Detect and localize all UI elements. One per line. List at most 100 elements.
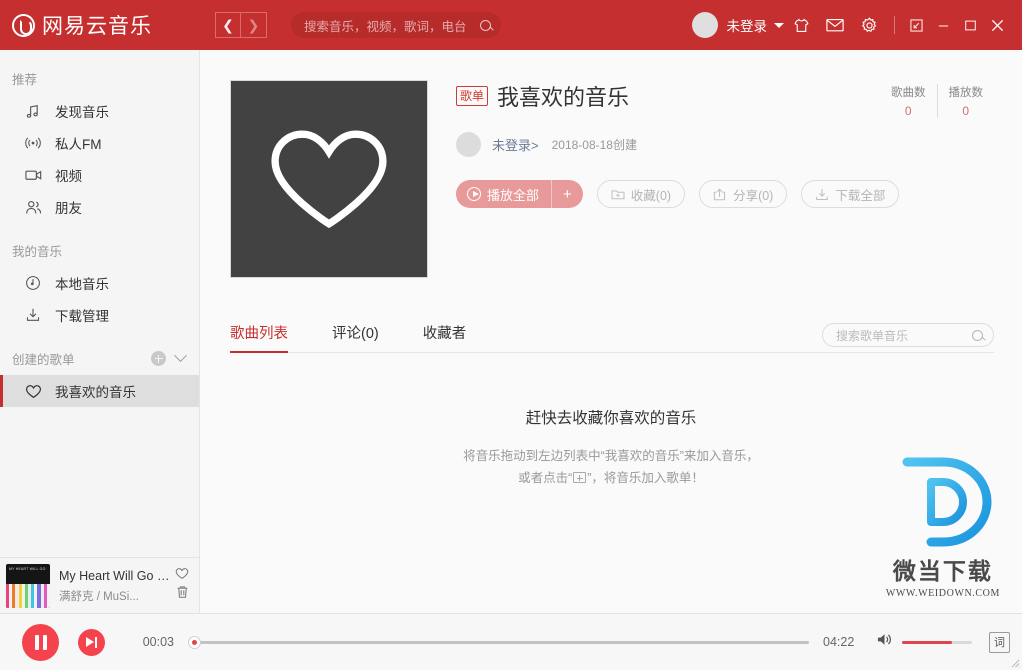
sidebar-item-label: 视频 xyxy=(55,169,82,184)
collect-button[interactable]: 收藏(0) xyxy=(596,180,686,208)
playlist-type-badge: 歌单 xyxy=(456,86,489,106)
sidebar-item-download-manager[interactable]: 下载管理 xyxy=(0,299,199,331)
now-playing-meta: My Heart Will Go On 满舒克 / MuSi... xyxy=(50,567,191,604)
playlist-tabs: 歌曲列表 评论(0) 收藏者 搜索歌单音乐 xyxy=(230,320,994,353)
playlist-info: 歌单 我喜欢的音乐 歌曲数 0 播放数 0 未登录> 2018-08-18创建 … xyxy=(428,80,994,278)
video-camera-icon xyxy=(25,166,45,184)
folder-plus-icon xyxy=(611,188,625,200)
header-divider xyxy=(894,16,895,34)
stat-song-count: 歌曲数 0 xyxy=(880,84,937,118)
chevron-down-icon[interactable] xyxy=(174,349,187,363)
creator-avatar[interactable] xyxy=(456,132,481,157)
album-art-caption: MY HEART WILL GO ON xyxy=(9,566,47,571)
gear-icon[interactable] xyxy=(852,10,886,40)
album-art-piano-keys xyxy=(6,583,50,608)
collect-label: 收藏(0) xyxy=(630,188,672,203)
volume-slider[interactable] xyxy=(902,640,972,644)
share-label: 分享(0) xyxy=(733,188,774,203)
playlist-cover[interactable] xyxy=(230,80,428,278)
minimize-button[interactable] xyxy=(930,12,957,38)
playlist-creator-row: 未登录> 2018-08-18创建 xyxy=(456,132,994,157)
user-login-label[interactable]: 未登录 xyxy=(727,15,768,35)
sidebar-item-video[interactable]: 视频 xyxy=(0,159,199,191)
nav-history-buttons: ❮ ❯ xyxy=(215,12,267,38)
sidebar-item-local-music[interactable]: 本地音乐 xyxy=(0,267,199,299)
sidebar-item-discover-music[interactable]: 发现音乐 xyxy=(0,95,199,127)
pause-icon xyxy=(34,634,47,650)
next-track-button[interactable] xyxy=(78,628,105,656)
progress-slider[interactable] xyxy=(188,635,809,649)
empty-state-description: 将音乐拖动到左边列表中“我喜欢的音乐”来加入音乐， 或者点击“ ”，将音乐加入歌单… xyxy=(200,445,1022,489)
sidebar-item-label: 私人FM xyxy=(55,137,102,152)
trash-icon[interactable] xyxy=(173,585,191,604)
maximize-button[interactable] xyxy=(957,12,984,38)
heart-outline-icon[interactable] xyxy=(173,567,191,585)
music-note-icon xyxy=(25,102,45,120)
search-icon xyxy=(972,329,983,341)
sidebar-item-label: 本地音乐 xyxy=(55,277,109,292)
stat-value: 0 xyxy=(962,104,970,118)
play-all-main[interactable]: 播放全部 xyxy=(456,180,553,208)
play-circle-icon xyxy=(467,187,481,201)
heart-icon xyxy=(25,382,45,400)
restore-down-button[interactable] xyxy=(903,12,930,38)
sidebar-item-friends[interactable]: 朋友 xyxy=(0,191,199,223)
app-header: 网易云音乐 ❮ ❯ 搜索音乐，视频，歌词，电台 未登录 xyxy=(0,0,1022,50)
progress-handle[interactable] xyxy=(188,635,201,649)
app-window: 网易云音乐 ❮ ❯ 搜索音乐，视频，歌词，电台 未登录 推荐 发现音乐 私人FM… xyxy=(0,0,1022,670)
stat-label: 歌曲数 xyxy=(891,87,926,99)
share-icon xyxy=(713,187,727,201)
empty-state-line2: 或者点击“ ”，将音乐加入歌单！ xyxy=(200,467,1022,489)
now-playing-album-art[interactable]: MY HEART WILL GO ON xyxy=(6,563,50,608)
add-to-playlist-button[interactable]: + xyxy=(552,180,583,208)
now-playing-artist: 满舒克 / MuSi... xyxy=(59,591,139,603)
download-all-label: 下载全部 xyxy=(835,188,886,203)
sidebar-group-label: 创建的歌单 xyxy=(12,353,75,367)
nav-back-button[interactable]: ❮ xyxy=(215,12,241,38)
tab-subscribers[interactable]: 收藏者 xyxy=(423,322,467,352)
share-button[interactable]: 分享(0) xyxy=(699,180,788,208)
volume-icon[interactable] xyxy=(876,632,893,652)
disc-clock-icon xyxy=(25,274,45,292)
global-search-input[interactable]: 搜索音乐，视频，歌词，电台 xyxy=(291,12,501,38)
header-right-cluster: 未登录 xyxy=(691,10,1022,40)
now-playing-card: MY HEART WILL GO ON My Heart Will Go On xyxy=(0,557,199,613)
app-logo[interactable]: 网易云音乐 xyxy=(0,10,215,40)
search-icon xyxy=(480,19,491,31)
stat-value: 0 xyxy=(904,104,912,118)
next-track-icon xyxy=(85,636,98,648)
playlist-search-placeholder: 搜索歌单音乐 xyxy=(836,328,909,343)
plus-circle-icon[interactable] xyxy=(151,351,166,366)
page-title: 我喜欢的音乐 xyxy=(497,85,630,110)
volume-fill xyxy=(902,640,952,644)
sidebar-item-my-favorite-music[interactable]: 我喜欢的音乐 xyxy=(0,375,199,407)
tab-song-list[interactable]: 歌曲列表 xyxy=(230,322,288,353)
chevron-down-icon[interactable] xyxy=(774,22,784,28)
playlist-search-input[interactable]: 搜索歌单音乐 xyxy=(822,323,994,347)
close-button[interactable] xyxy=(984,12,1011,38)
tshirt-skin-icon[interactable] xyxy=(784,10,818,40)
main-content: 歌单 我喜欢的音乐 歌曲数 0 播放数 0 未登录> 2018-08-18创建 … xyxy=(200,50,1022,613)
heart-outline-icon xyxy=(271,130,387,229)
sidebar-group-title-recommend: 推荐 xyxy=(12,73,38,87)
current-time: 00:03 xyxy=(142,635,174,649)
netease-cloud-music-logo-icon xyxy=(12,13,35,37)
sidebar: 推荐 发现音乐 私人FM 视频 朋友 我的音乐 本地音乐 下载管理 创建的歌单 … xyxy=(0,50,200,613)
pause-button[interactable] xyxy=(22,623,59,661)
volume-control xyxy=(876,632,972,652)
playlist-header: 歌单 我喜欢的音乐 歌曲数 0 播放数 0 未登录> 2018-08-18创建 … xyxy=(200,50,1022,278)
tab-comments[interactable]: 评论(0) xyxy=(332,322,379,352)
mail-icon[interactable] xyxy=(818,10,852,40)
lyrics-button[interactable]: 词 xyxy=(989,631,1010,653)
play-all-button[interactable]: 播放全部 + xyxy=(456,180,583,208)
avatar[interactable] xyxy=(691,12,718,38)
sidebar-item-private-fm[interactable]: 私人FM xyxy=(0,127,199,159)
stat-play-count: 播放数 0 xyxy=(936,84,995,118)
radio-fm-icon xyxy=(25,134,45,152)
app-body: 推荐 发现音乐 私人FM 视频 朋友 我的音乐 本地音乐 下载管理 创建的歌单 … xyxy=(0,50,1022,613)
nav-forward-button[interactable]: ❯ xyxy=(241,12,267,38)
app-logo-text: 网易云音乐 xyxy=(42,15,152,38)
sidebar-item-label: 我喜欢的音乐 xyxy=(55,385,136,400)
download-all-button[interactable]: 下载全部 xyxy=(801,180,900,208)
creator-name-link[interactable]: 未登录> xyxy=(492,135,539,154)
